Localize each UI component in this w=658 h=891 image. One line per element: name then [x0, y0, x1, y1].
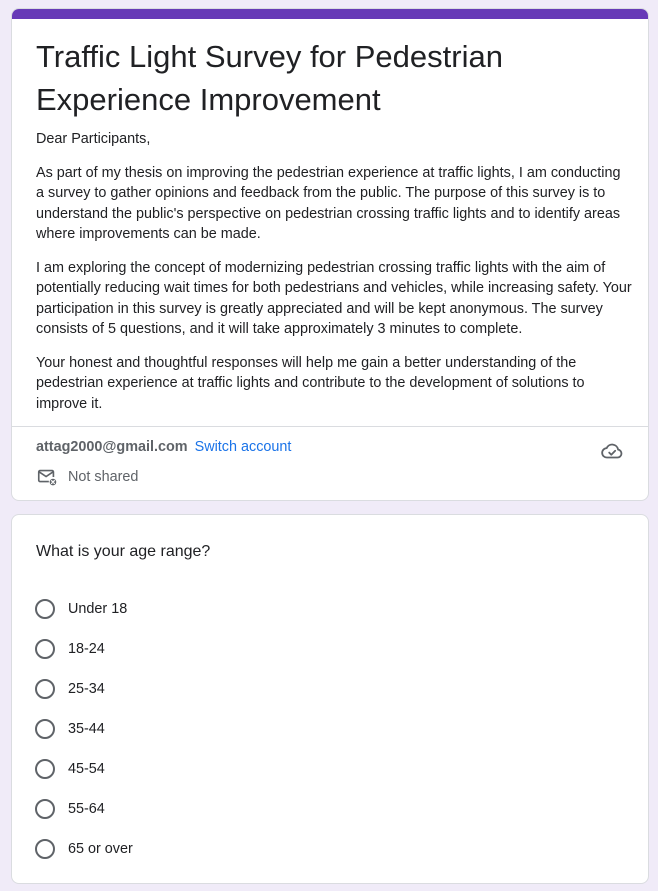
- form-description: Dear Participants, As part of my thesis …: [36, 129, 632, 427]
- option-label: 25-34: [68, 681, 105, 697]
- radio-option[interactable]: 55-64: [35, 789, 435, 829]
- not-shared-label: Not shared: [68, 469, 139, 485]
- account-info: attag2000@gmail.com Switch account: [36, 437, 291, 457]
- radio-button[interactable]: [35, 799, 55, 819]
- radio-option[interactable]: 45-54: [35, 749, 435, 789]
- option-label: 65 or over: [68, 841, 133, 857]
- description-paragraph: As part of my thesis on improving the pe…: [36, 164, 621, 243]
- option-label: Under 18: [68, 601, 128, 617]
- radio-option[interactable]: 25-34: [35, 669, 435, 709]
- question-title: What is your age range?: [36, 543, 211, 560]
- option-label: 35-44: [68, 721, 105, 737]
- option-label: 45-54: [68, 761, 105, 777]
- radio-option[interactable]: 65 or over: [35, 829, 435, 869]
- account-email: attag2000@gmail.com: [36, 439, 188, 455]
- description-paragraph: Your honest and thoughtful responses wil…: [36, 354, 585, 412]
- question-card: What is your age range? Under 18 18-24 2…: [11, 514, 649, 884]
- radio-button[interactable]: [35, 599, 55, 619]
- option-label: 55-64: [68, 801, 105, 817]
- radio-button[interactable]: [35, 719, 55, 739]
- form-accent-bar: [12, 9, 648, 19]
- option-label: 18-24: [68, 641, 105, 657]
- radio-group: Under 18 18-24 25-34 35-44 45-54 55-64 6…: [35, 589, 435, 869]
- header-divider: [12, 426, 648, 427]
- radio-button[interactable]: [35, 639, 55, 659]
- radio-button[interactable]: [35, 679, 55, 699]
- switch-account-link[interactable]: Switch account: [195, 439, 292, 455]
- description-paragraph: I am exploring the concept of modernizin…: [36, 259, 632, 338]
- mail-not-shared-icon: [37, 469, 57, 486]
- radio-option[interactable]: 35-44: [35, 709, 435, 749]
- cloud-check-icon[interactable]: [600, 439, 624, 463]
- description-paragraph: Dear Participants,: [36, 131, 151, 147]
- radio-button[interactable]: [35, 839, 55, 859]
- radio-option[interactable]: 18-24: [35, 629, 435, 669]
- form-title: Traffic Light Survey for Pedestrian Expe…: [36, 39, 503, 117]
- radio-option[interactable]: Under 18: [35, 589, 435, 629]
- radio-button[interactable]: [35, 759, 55, 779]
- form-header-card: Traffic Light Survey for Pedestrian Expe…: [11, 8, 649, 501]
- sharing-status: Not shared: [36, 465, 138, 489]
